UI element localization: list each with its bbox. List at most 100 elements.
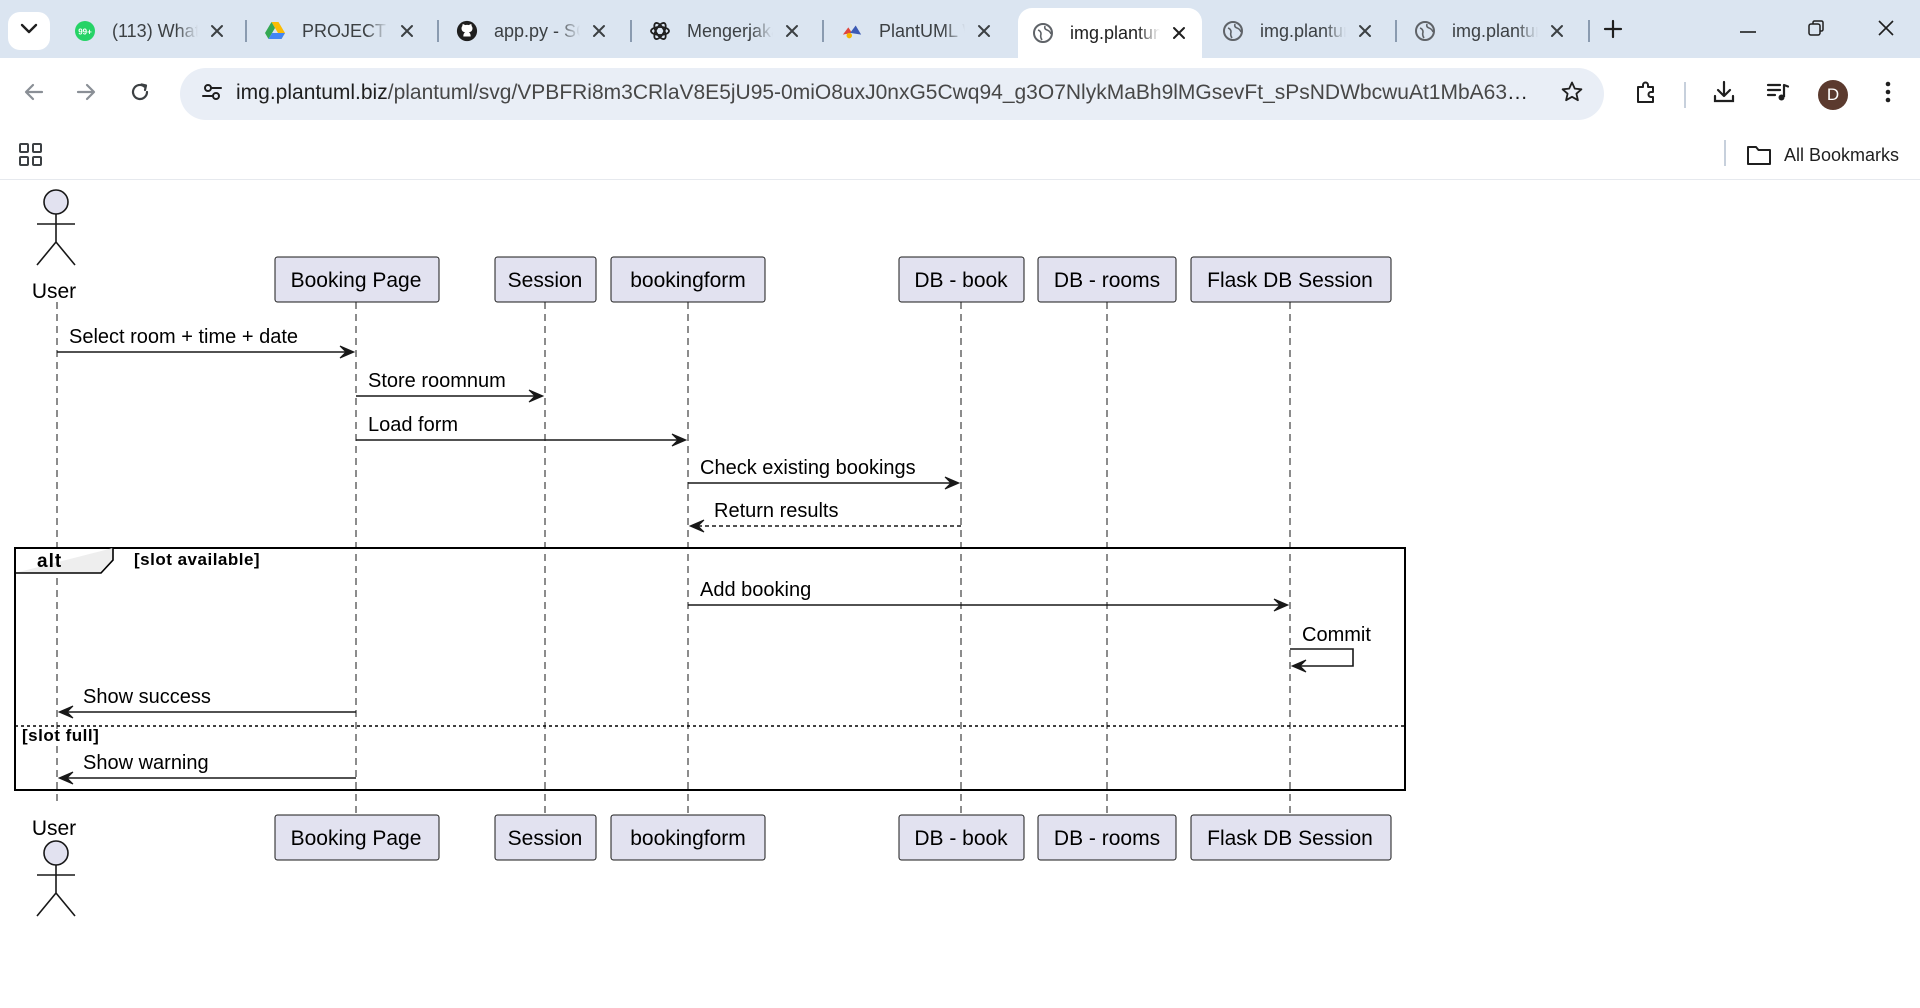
- more-vertical-icon: [1884, 80, 1892, 109]
- toolbar-separator: [1684, 82, 1686, 108]
- tab-separator: [1588, 20, 1590, 42]
- message-label: Load form: [368, 414, 458, 436]
- tab-strip: 99+ (113) WhatsApp PROJECT RPL - Google …: [0, 0, 1920, 58]
- participant-label: Booking Page: [291, 827, 422, 850]
- close-icon[interactable]: [781, 20, 803, 42]
- participant-label: bookingform: [630, 827, 746, 850]
- globe-icon: [1222, 20, 1244, 42]
- close-icon[interactable]: [588, 20, 610, 42]
- puzzle-icon: [1633, 79, 1659, 110]
- tab-separator: [1395, 20, 1397, 42]
- reload-button[interactable]: [120, 74, 160, 114]
- message-label: Store roomnum: [368, 370, 506, 392]
- playlist-music-icon: [1765, 79, 1791, 110]
- alt-keyword: alt: [37, 551, 62, 572]
- tab-plantuml[interactable]: PlantUML Web Server: [827, 8, 1007, 54]
- sequence-diagram: alt [slot available] [slot full] Select ro…: [14, 189, 1406, 917]
- bookmarks-separator: [1724, 140, 1726, 166]
- tune-icon: [201, 81, 223, 108]
- plantuml-icon: [841, 20, 863, 42]
- all-bookmarks-button[interactable]: All Bookmarks: [1746, 138, 1899, 172]
- page-content: alt [slot available] [slot full] Select ro…: [0, 181, 1920, 1008]
- close-icon[interactable]: [973, 20, 995, 42]
- message-label: Commit: [1302, 624, 1371, 646]
- tab-separator: [245, 20, 247, 42]
- tab-separator: [822, 20, 824, 42]
- actor-figure: [36, 189, 76, 266]
- tab-title: img.plantuml.biz: [1452, 20, 1538, 41]
- participant-label: Session: [508, 827, 583, 850]
- close-icon: [1877, 19, 1895, 42]
- message: Load form: [356, 414, 688, 447]
- participant-label: DB - rooms: [1054, 269, 1160, 292]
- tab-whatsapp[interactable]: 99+ (113) WhatsApp: [60, 8, 240, 54]
- extensions-button[interactable]: [1628, 76, 1664, 112]
- menu-button[interactable]: [1870, 76, 1906, 112]
- downloads-button[interactable]: [1706, 76, 1742, 112]
- message: Add booking: [688, 579, 1290, 612]
- whatsapp-icon: 99+: [74, 20, 96, 42]
- tab-title: PROJECT RPL - Google Drive: [302, 20, 388, 41]
- alt-guard: [slot available]: [134, 550, 260, 569]
- message: Return results: [688, 500, 961, 533]
- all-bookmarks-label: All Bookmarks: [1784, 144, 1900, 165]
- site-info-button[interactable]: [194, 76, 230, 112]
- close-icon[interactable]: [396, 20, 418, 42]
- tab-img-plantuml-3[interactable]: img.plantuml.biz: [1400, 8, 1580, 54]
- alt-tab: [15, 548, 114, 574]
- message: Select room + time + date: [57, 326, 356, 359]
- participant-label: User: [32, 817, 76, 840]
- arrow-right-icon: [75, 81, 97, 108]
- close-icon[interactable]: [206, 20, 228, 42]
- close-icon[interactable]: [1168, 22, 1190, 44]
- restore-button[interactable]: [1798, 14, 1834, 46]
- message: Show warning: [57, 752, 356, 785]
- tab-img-plantuml-active[interactable]: img.plantuml.biz: [1018, 8, 1202, 58]
- download-icon: [1711, 79, 1737, 110]
- message: Show success: [57, 686, 356, 719]
- tab-img-plantuml-2[interactable]: img.plantuml.biz: [1208, 8, 1388, 54]
- forward-button[interactable]: [66, 74, 106, 114]
- participant-label: Booking Page: [291, 269, 422, 292]
- tab-search-button[interactable]: [8, 12, 50, 50]
- message-label: Add booking: [700, 579, 811, 601]
- media-control-button[interactable]: [1760, 76, 1796, 112]
- tab-chatgpt[interactable]: Mengerjakan: [635, 8, 815, 54]
- address-bar[interactable]: img.plantuml.biz/plantuml/svg/VPBFRi8m3C…: [180, 68, 1604, 120]
- apps-grid-icon[interactable]: [18, 142, 44, 168]
- url-text[interactable]: img.plantuml.biz/plantuml/svg/VPBFRi8m3C…: [236, 81, 1536, 105]
- url-path: /plantuml/svg/VPBFRi8m3CRlaV8E5jU95-0miO…: [387, 81, 1536, 104]
- globe-icon: [1414, 20, 1436, 42]
- tab-google-drive[interactable]: PROJECT RPL - Google Drive: [250, 8, 430, 54]
- new-tab-button[interactable]: [1598, 16, 1628, 46]
- toolbar: img.plantuml.biz/plantuml/svg/VPBFRi8m3C…: [0, 58, 1920, 132]
- tab-github[interactable]: app.py - SC: [442, 8, 622, 54]
- alt-guard: [slot full]: [22, 726, 99, 745]
- globe-icon: [1032, 22, 1054, 44]
- tab-title: (113) WhatsApp: [112, 20, 198, 41]
- participant-label: User: [32, 280, 76, 303]
- tab-title: img.plantuml.biz: [1070, 22, 1160, 43]
- bookmarks-bar: All Bookmarks: [0, 132, 1920, 180]
- participant-label: Flask DB Session: [1207, 269, 1373, 292]
- svg-text:99+: 99+: [78, 28, 92, 37]
- close-icon[interactable]: [1354, 20, 1376, 42]
- message-label: Check existing bookings: [700, 457, 916, 479]
- participant-label: DB - book: [914, 827, 1008, 850]
- message-label: Return results: [714, 500, 839, 522]
- star-icon: [1560, 80, 1584, 109]
- participant-label: DB - rooms: [1054, 827, 1160, 850]
- profile-avatar[interactable]: D: [1818, 80, 1848, 110]
- participant-label: Flask DB Session: [1207, 827, 1373, 850]
- participant-label: bookingform: [630, 269, 746, 292]
- close-icon[interactable]: [1546, 20, 1568, 42]
- message: Commit: [1290, 624, 1371, 673]
- arrow-left-icon: [23, 81, 45, 108]
- close-window-button[interactable]: [1868, 14, 1904, 46]
- message-label: Select room + time + date: [69, 326, 298, 348]
- minimize-button[interactable]: [1730, 14, 1766, 46]
- bookmark-star-button[interactable]: [1558, 80, 1586, 108]
- back-button[interactable]: [14, 74, 54, 114]
- message: Check existing bookings: [688, 457, 961, 490]
- plus-icon: [1603, 19, 1623, 44]
